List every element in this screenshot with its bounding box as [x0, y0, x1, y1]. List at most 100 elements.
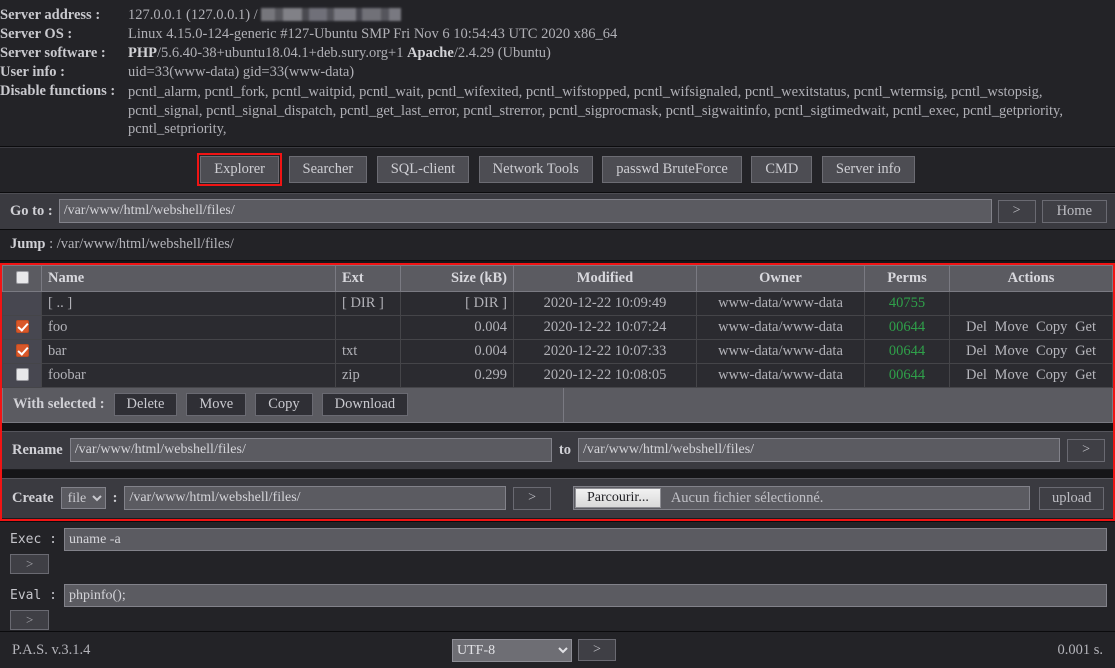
create-colon: :: [113, 490, 118, 507]
bulk-delete-button[interactable]: Delete: [114, 393, 178, 416]
info-row-server-address: Server address : 127.0.0.1 (127.0.0.1) /: [0, 6, 1115, 25]
goto-submit-button[interactable]: >: [998, 200, 1036, 223]
tab-explorer[interactable]: Explorer: [200, 156, 279, 184]
header-name[interactable]: Name: [42, 266, 336, 292]
upload-button[interactable]: upload: [1039, 487, 1104, 510]
cell-file-name[interactable]: foobar: [42, 364, 336, 388]
info-label-server-os: Server OS :: [0, 25, 128, 44]
header-owner[interactable]: Owner: [697, 266, 865, 292]
table-row: foo0.0042020-12-22 10:07:24www-data/www-…: [3, 316, 1113, 340]
server-info-panel: Server address : 127.0.0.1 (127.0.0.1) /…: [0, 0, 1115, 147]
row-select-checkbox[interactable]: [16, 368, 29, 381]
select-all-checkbox[interactable]: [16, 271, 29, 284]
tab-server-info[interactable]: Server info: [822, 156, 915, 184]
table-row: [ .. ][ DIR ][ DIR ]2020-12-22 10:09:49w…: [3, 292, 1113, 316]
cell-file-name[interactable]: [ .. ]: [42, 292, 336, 316]
create-label: Create: [12, 490, 54, 507]
perms-value: 00644: [889, 319, 925, 335]
bulk-move-button[interactable]: Move: [186, 393, 246, 416]
cell-file-perms[interactable]: 00644: [865, 340, 950, 364]
action-copy-link[interactable]: Copy: [1036, 319, 1067, 335]
exec-submit-button[interactable]: >: [10, 554, 49, 574]
goto-path-input[interactable]: [59, 199, 992, 223]
cell-file-perms[interactable]: 40755: [865, 292, 950, 316]
row-select-cell: [3, 316, 42, 340]
home-button[interactable]: Home: [1042, 200, 1107, 223]
action-del-link[interactable]: Del: [966, 367, 987, 383]
action-move-link[interactable]: Move: [995, 343, 1029, 359]
exec-input[interactable]: [64, 528, 1107, 551]
upload-bar: Parcourir... Aucun fichier sélectionné. …: [559, 478, 1113, 519]
create-bar: Create filedir : >: [2, 478, 559, 519]
cell-file-name[interactable]: foo: [42, 316, 336, 340]
rename-to-label: to: [559, 442, 571, 459]
bulk-copy-button[interactable]: Copy: [255, 393, 312, 416]
rename-label: Rename: [12, 442, 63, 459]
info-value-user-info: uid=33(www-data) gid=33(www-data): [128, 63, 1115, 82]
pas-webshell-page: Server address : 127.0.0.1 (127.0.0.1) /…: [0, 0, 1115, 668]
file-upload-control[interactable]: Parcourir... Aucun fichier sélectionné.: [573, 486, 1030, 510]
eval-input[interactable]: [64, 584, 1107, 607]
header-perms[interactable]: Perms: [865, 266, 950, 292]
tab-cmd[interactable]: CMD: [751, 156, 812, 184]
header-modified[interactable]: Modified: [514, 266, 697, 292]
action-move-link[interactable]: Move: [995, 319, 1029, 335]
action-del-link[interactable]: Del: [966, 343, 987, 359]
cell-file-owner: www-data/www-data: [697, 316, 865, 340]
header-ext[interactable]: Ext: [336, 266, 401, 292]
cell-file-actions: Del Move Copy Get: [950, 364, 1113, 388]
tab-passwd-bruteforce[interactable]: passwd BruteForce: [602, 156, 742, 184]
command-zone: Exec : > Eval : >: [0, 521, 1115, 634]
with-selected-bar: With selected : Delete Move Copy Downloa…: [2, 388, 1113, 423]
create-submit-button[interactable]: >: [513, 487, 551, 510]
file-table-body: [ .. ][ DIR ][ DIR ]2020-12-22 10:09:49w…: [3, 292, 1113, 388]
file-table-header-row: Name Ext Size (kB) Modified Owner Perms …: [3, 266, 1113, 292]
cell-file-owner: www-data/www-data: [697, 364, 865, 388]
tab-searcher[interactable]: Searcher: [289, 156, 368, 184]
rename-submit-button[interactable]: >: [1067, 439, 1105, 462]
header-size[interactable]: Size (kB): [401, 266, 514, 292]
row-select-checkbox[interactable]: [16, 320, 29, 333]
row-select-checkbox[interactable]: [16, 344, 29, 357]
apache-name: Apache: [407, 45, 454, 61]
tab-sql-client[interactable]: SQL-client: [377, 156, 469, 184]
file-table-head: Name Ext Size (kB) Modified Owner Perms …: [3, 266, 1113, 292]
browse-button[interactable]: Parcourir...: [575, 488, 661, 508]
cell-file-size: 0.004: [401, 316, 514, 340]
create-type-select[interactable]: filedir: [61, 487, 106, 509]
action-copy-link[interactable]: Copy: [1036, 343, 1067, 359]
action-move-link[interactable]: Move: [995, 367, 1029, 383]
cell-file-name[interactable]: bar: [42, 340, 336, 364]
with-selected-label: With selected :: [13, 396, 105, 413]
charset-select[interactable]: UTF-8Windows-1251KOI8-R: [452, 639, 572, 662]
action-copy-link[interactable]: Copy: [1036, 367, 1067, 383]
rename-to-input[interactable]: [578, 438, 1060, 462]
info-label-server-software: Server software :: [0, 44, 128, 63]
row-select-cell: [3, 292, 42, 316]
rename-from-input[interactable]: [70, 438, 552, 462]
row-select-cell: [3, 364, 42, 388]
goto-label: Go to :: [10, 203, 53, 220]
bulk-download-button[interactable]: Download: [322, 393, 408, 416]
eval-submit-button[interactable]: >: [10, 610, 49, 630]
eval-label: Eval :: [10, 588, 57, 603]
table-row: foobarzip0.2992020-12-22 10:08:05www-dat…: [3, 364, 1113, 388]
php-name: PHP: [128, 45, 157, 61]
action-del-link[interactable]: Del: [966, 319, 987, 335]
action-get-link[interactable]: Get: [1075, 319, 1096, 335]
charset-submit-button[interactable]: >: [578, 639, 616, 662]
cell-file-size: 0.004: [401, 340, 514, 364]
perms-value: 00644: [889, 343, 925, 359]
action-get-link[interactable]: Get: [1075, 343, 1096, 359]
php-version: /5.6.40-38+ubuntu18.04.1+deb.sury.org+1: [157, 45, 407, 61]
perms-value: 40755: [889, 295, 925, 311]
server-info-table: Server address : 127.0.0.1 (127.0.0.1) /…: [0, 6, 1115, 140]
create-path-input[interactable]: [124, 486, 506, 510]
cell-file-perms[interactable]: 00644: [865, 364, 950, 388]
cell-file-perms[interactable]: 00644: [865, 316, 950, 340]
cell-file-owner: www-data/www-data: [697, 292, 865, 316]
tab-network-tools[interactable]: Network Tools: [479, 156, 593, 184]
spacer-between-exec-eval: [0, 574, 1115, 584]
jump-path[interactable]: /var/www/html/webshell/files/: [57, 236, 234, 252]
action-get-link[interactable]: Get: [1075, 367, 1096, 383]
